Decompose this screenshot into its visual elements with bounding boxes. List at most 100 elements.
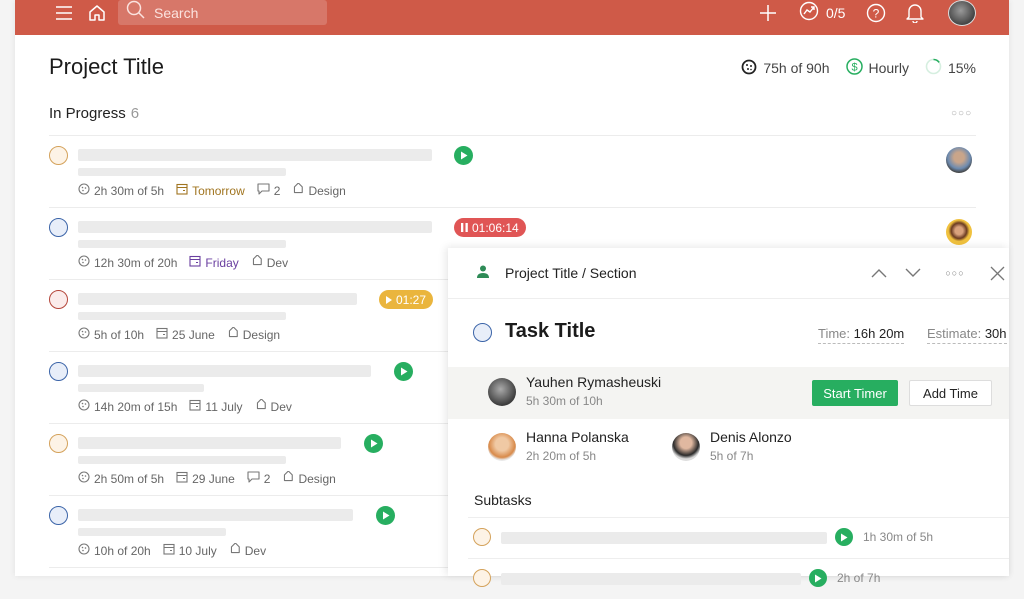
breadcrumb: Project Title / Section (505, 265, 637, 281)
due-date[interactable]: 11 July (189, 399, 243, 414)
more-icon[interactable]: ○○○ (951, 108, 972, 119)
due-date-value: 10 July (178, 543, 217, 558)
billing-stat[interactable]: $ Hourly (845, 58, 909, 78)
user-avatar[interactable] (948, 0, 976, 26)
progress-value: 15% (947, 60, 976, 76)
task-checkbox[interactable] (49, 218, 68, 237)
help-icon[interactable]: ? (864, 0, 888, 25)
subtask-row[interactable]: 2h of 7h (468, 558, 1009, 599)
time-field[interactable]: Time: 16h 20m (818, 326, 905, 344)
task-title[interactable]: Task Title (505, 320, 595, 343)
due-date[interactable]: 29 June (176, 471, 235, 486)
start-timer-button[interactable]: Start Timer (812, 380, 898, 406)
hours-value: 75h of 90h (763, 60, 830, 76)
avatar[interactable] (946, 147, 972, 173)
tag-icon (227, 326, 239, 342)
tag[interactable]: Dev (251, 254, 289, 270)
estimate-field[interactable]: Estimate: 30h (927, 326, 1007, 344)
tag-value: Design (242, 327, 281, 342)
tag[interactable]: Dev (229, 542, 266, 558)
task-desc-placeholder (78, 312, 286, 320)
task-checkbox[interactable] (49, 434, 68, 453)
time-tracked-value: 2h 50m of 5h (94, 471, 165, 486)
due-date[interactable]: Tomorrow (176, 183, 245, 198)
task-meta: 2h 30m of 5h Tomorrow 2 Design (78, 182, 346, 198)
task-checkbox[interactable] (473, 323, 492, 342)
tag[interactable]: Design (292, 182, 346, 198)
time-tracked-value: 2h 30m of 5h (94, 183, 165, 198)
subtask-time: 1h 30m of 5h (863, 530, 934, 544)
dollar-icon: $ (845, 58, 863, 78)
timer-value: 01:06:14 (472, 220, 519, 235)
chevron-down-icon[interactable] (902, 262, 924, 284)
estimate-label: Estimate: (927, 326, 982, 341)
calendar-icon (189, 255, 201, 270)
tag-value: Dev (270, 399, 292, 414)
assignee-name: Hanna Polanska (526, 429, 629, 445)
task-desc-placeholder (78, 384, 204, 392)
play-icon[interactable] (809, 569, 827, 587)
goals-button[interactable]: 0/5 (799, 0, 845, 25)
subtask-checkbox[interactable] (473, 528, 491, 546)
tag-icon (251, 254, 263, 270)
avatar[interactable] (946, 219, 972, 245)
progress-stat[interactable]: 15% (925, 58, 976, 78)
time-tracked-value: 12h 30m of 20h (94, 255, 178, 270)
play-icon[interactable] (394, 362, 413, 381)
avatar (488, 433, 516, 461)
play-icon[interactable] (376, 506, 395, 525)
task-desc-placeholder (78, 168, 286, 176)
progress-ring-icon (925, 58, 942, 78)
task-meta: 10h of 20h 10 July Dev (78, 542, 266, 558)
due-date[interactable]: Friday (189, 255, 239, 270)
subtasks-title: Subtasks (474, 492, 532, 508)
bell-icon[interactable] (903, 0, 927, 25)
add-time-button[interactable]: Add Time (909, 380, 992, 406)
subtask-checkbox[interactable] (473, 569, 491, 587)
task-checkbox[interactable] (49, 146, 68, 165)
comments[interactable]: 2 (257, 183, 280, 198)
due-date[interactable]: 10 July (163, 543, 217, 558)
play-icon[interactable] (364, 434, 383, 453)
task-checkbox[interactable] (49, 290, 68, 309)
page-title: Project Title (49, 54, 164, 79)
tag-icon (292, 182, 304, 198)
comment-icon (247, 471, 260, 486)
close-icon[interactable] (986, 262, 1008, 284)
task-title-placeholder (78, 293, 357, 305)
tag[interactable]: Dev (255, 398, 292, 414)
tag-value: Dev (266, 255, 289, 270)
task-title-placeholder (78, 437, 341, 449)
due-date-value: Friday (205, 255, 239, 270)
tag-icon (229, 542, 241, 558)
plus-icon[interactable] (757, 0, 779, 25)
avatar (488, 378, 516, 406)
menu-icon[interactable] (53, 0, 75, 25)
search-placeholder: Search (154, 4, 199, 21)
task-meta: 14h 20m of 15h 11 July Dev (78, 398, 292, 414)
project-stats: 75h of 90h $ Hourly 15% (741, 58, 976, 78)
task-checkbox[interactable] (49, 506, 68, 525)
stopwatch-icon (78, 327, 90, 342)
home-icon[interactable] (86, 0, 108, 25)
task-checkbox[interactable] (49, 362, 68, 381)
comments[interactable]: 2 (247, 471, 270, 486)
play-icon[interactable] (454, 146, 473, 165)
due-date-value: 11 July (205, 399, 243, 414)
time-tracked: 12h 30m of 20h (78, 255, 177, 270)
due-date[interactable]: 25 June (156, 327, 215, 342)
task-row[interactable]: 2h 30m of 5h Tomorrow 2 Design (49, 135, 976, 207)
paused-timer[interactable]: 01:27 (379, 290, 434, 309)
chevron-up-icon[interactable] (868, 262, 890, 284)
running-timer[interactable]: 01:06:14 (454, 218, 526, 237)
tag-value: Design (308, 183, 346, 198)
more-icon[interactable]: ○○○ (944, 262, 966, 284)
tag[interactable]: Design (227, 326, 281, 342)
subtask-row[interactable]: 1h 30m of 5h (468, 517, 1009, 558)
person-icon (476, 264, 490, 285)
play-icon[interactable] (835, 528, 853, 546)
avatar (672, 433, 700, 461)
hours-stat[interactable]: 75h of 90h (741, 59, 830, 78)
tag[interactable]: Design (282, 470, 336, 486)
search-input[interactable]: Search (118, 0, 327, 25)
